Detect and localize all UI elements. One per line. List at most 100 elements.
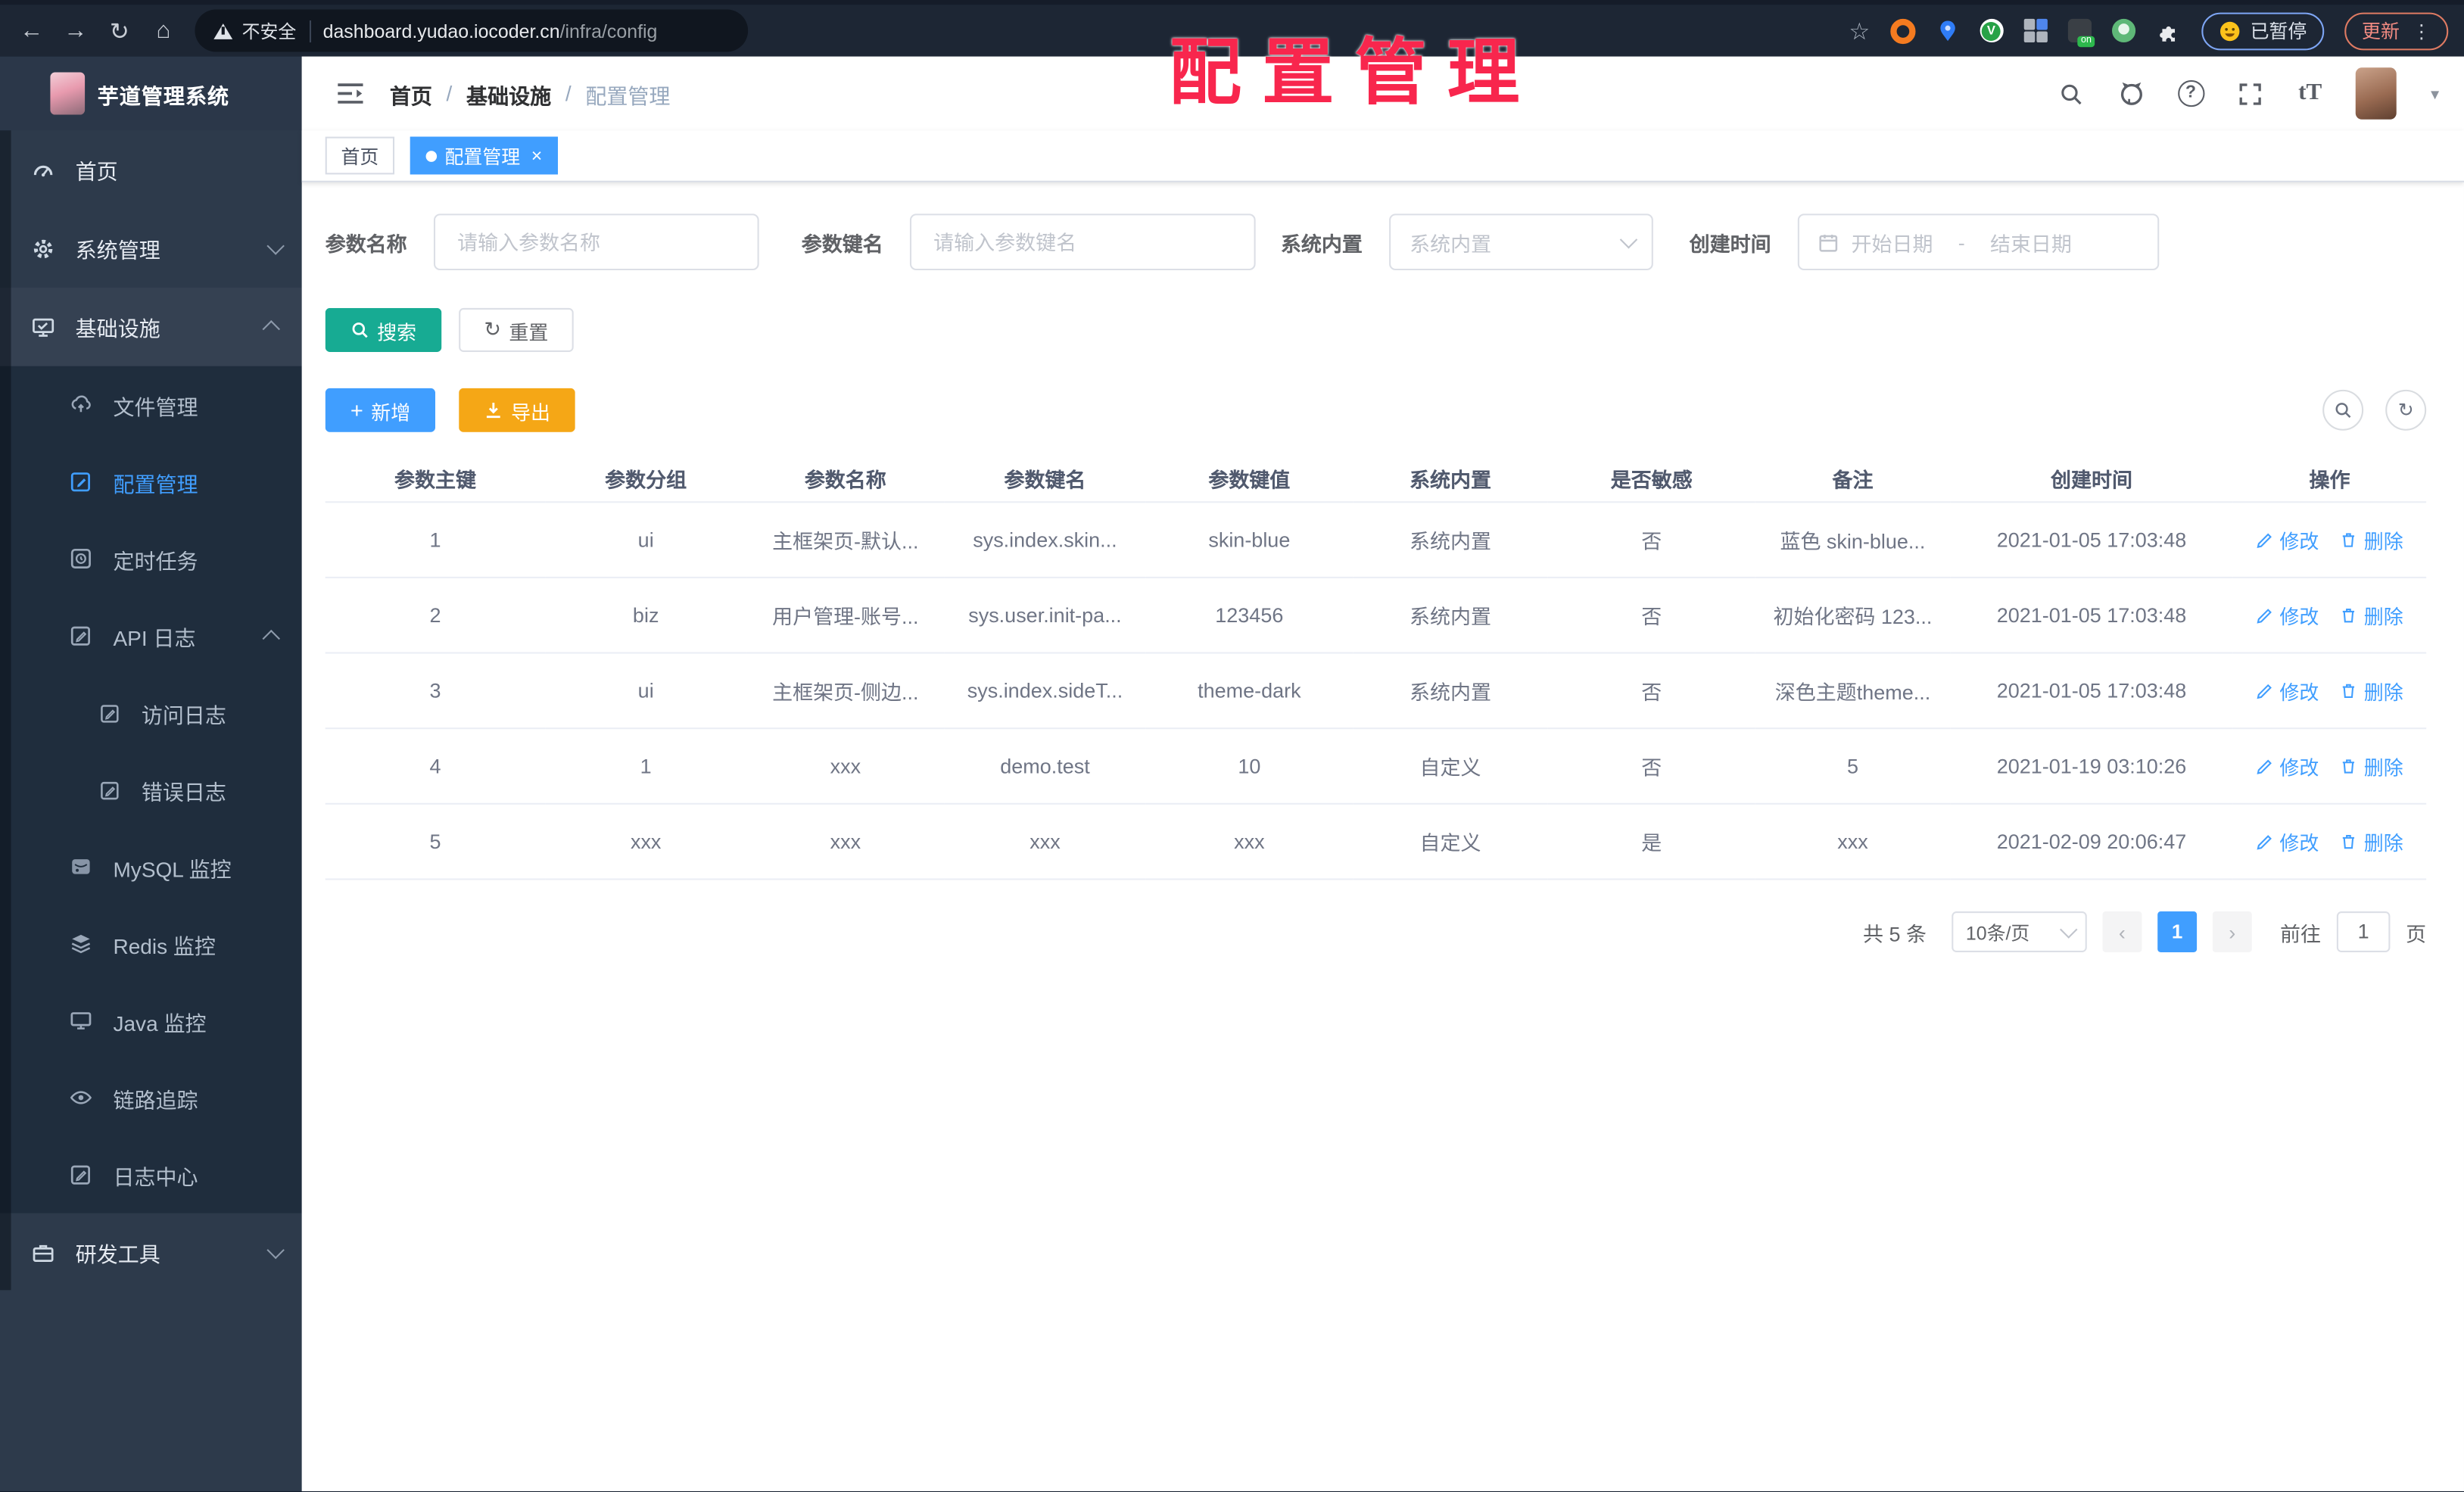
main-panel: 首页 / 基础设施 / 配置管理 ? tT ▼ 首页 配置管理 × 参数名称 请…	[301, 56, 2464, 1492]
sidebar-item-access-log[interactable]: 访问日志	[0, 674, 302, 752]
sidebar-item-scheduled-jobs[interactable]: 定时任务	[0, 520, 302, 597]
date-range-picker[interactable]: 开始日期 - 结束日期	[1797, 213, 2160, 271]
param-key-input[interactable]	[910, 213, 1256, 271]
edit-link[interactable]: 修改	[2256, 525, 2319, 554]
add-button[interactable]: + 新增	[325, 388, 436, 432]
goto-label: 前往	[2280, 921, 2322, 945]
search-button[interactable]: 搜索	[325, 307, 442, 352]
browser-chrome: ← → ↻ ⌂ 不安全 dashboard.yudao.iocoder.cn/i…	[0, 0, 2464, 57]
user-avatar[interactable]	[2355, 67, 2397, 120]
sidebar-scrollbar[interactable]	[0, 130, 11, 1291]
column-header: 参数名称	[746, 453, 945, 503]
edit-link[interactable]: 修改	[2256, 751, 2319, 780]
home-icon[interactable]: ⌂	[142, 17, 185, 44]
kebab-menu-icon[interactable]: ⋮	[2412, 20, 2431, 42]
param-key-field[interactable]	[930, 229, 1235, 256]
edit-square-icon	[69, 470, 92, 494]
app-window: 芋道管理系统 首页 系统管理 基础设施 文件管理 配置管理 定时任务 API 日…	[0, 56, 2464, 1492]
refresh-table-button[interactable]: ↻	[2385, 389, 2427, 431]
breadcrumb: 首页 / 基础设施 / 配置管理	[390, 78, 671, 110]
caret-down-icon[interactable]: ▼	[2428, 86, 2442, 101]
sidebar-collapse-icon[interactable]	[336, 82, 364, 105]
search-button-row: 搜索 ↻ 重置	[325, 307, 2426, 352]
trash-icon	[2343, 609, 2355, 623]
extension-orange-icon[interactable]	[1890, 17, 1916, 44]
breadcrumb-section[interactable]: 基础设施	[466, 78, 551, 110]
search-icon[interactable]	[2057, 79, 2086, 107]
sidebar-item-home[interactable]: 首页	[0, 130, 302, 209]
extension-grid-icon[interactable]	[2023, 18, 2048, 43]
goto-page-input[interactable]: 1	[2336, 911, 2391, 952]
app-logo[interactable]: 芋道管理系统	[0, 56, 302, 131]
infra-monitor-icon	[32, 315, 55, 338]
font-size-icon[interactable]: tT	[2296, 79, 2324, 107]
address-bar[interactable]: 不安全 dashboard.yudao.iocoder.cn/infra/con…	[195, 9, 749, 52]
back-icon[interactable]: ←	[9, 17, 53, 44]
app-title: 芋道管理系统	[97, 84, 230, 108]
sidebar-item-config-management[interactable]: 配置管理	[0, 443, 302, 520]
page-size-select[interactable]: 10条/页	[1952, 911, 2087, 952]
delete-link[interactable]: 删除	[2341, 525, 2403, 554]
table-row: 3 ui 主框架页-侧边... sys.index.sideT... theme-d…	[325, 653, 2427, 730]
delete-link[interactable]: 删除	[2341, 827, 2403, 856]
next-page-button[interactable]: ›	[2212, 911, 2252, 952]
layers-icon	[69, 932, 92, 955]
extension-on-icon[interactable]	[2067, 18, 2095, 48]
tag-config-management[interactable]: 配置管理 ×	[410, 136, 559, 175]
toggle-search-button[interactable]	[2322, 389, 2364, 431]
sidebar-item-error-log[interactable]: 错误日志	[0, 751, 302, 828]
param-key-label: 参数键名	[801, 232, 883, 256]
column-header: 操作	[2232, 453, 2427, 503]
sidebar-item-tracing[interactable]: 链路追踪	[0, 1059, 302, 1136]
page-number-button[interactable]: 1	[2157, 911, 2198, 952]
log-edit-icon	[69, 624, 92, 647]
log-edit-icon	[98, 778, 121, 802]
puzzle-extensions-icon[interactable]	[2156, 18, 2181, 43]
sidebar-item-redis-monitor[interactable]: Redis 监控	[0, 905, 302, 983]
github-icon[interactable]	[2117, 79, 2145, 107]
extension-leaf-icon[interactable]	[2111, 18, 2136, 43]
sidebar-item-dev-tools[interactable]: 研发工具	[0, 1213, 302, 1292]
fullscreen-icon[interactable]	[2236, 79, 2264, 107]
breadcrumb-home[interactable]: 首页	[390, 78, 432, 110]
table-row: 1 ui 主框架页-默认... sys.index.skin... skin-blu…	[325, 502, 2427, 578]
column-header: 系统内置	[1353, 453, 1548, 503]
edit-link[interactable]: 修改	[2256, 676, 2319, 706]
bookmark-star-icon[interactable]: ☆	[1849, 17, 1870, 45]
tag-home[interactable]: 首页	[325, 136, 395, 175]
sidebar-item-java-monitor[interactable]: Java 监控	[0, 982, 302, 1059]
divider	[308, 19, 310, 42]
forward-icon[interactable]: →	[54, 17, 98, 44]
system-builtin-select[interactable]: 系统内置	[1389, 213, 1653, 271]
extension-pin-icon[interactable]	[1936, 19, 1959, 42]
sidebar-item-mysql-monitor[interactable]: MySQL 监控	[0, 828, 302, 905]
param-name-input[interactable]	[433, 213, 759, 271]
close-icon[interactable]: ×	[531, 146, 543, 165]
reset-button[interactable]: ↻ 重置	[459, 307, 574, 352]
sidebar-item-api-log[interactable]: API 日志	[0, 597, 302, 674]
delete-link[interactable]: 删除	[2341, 600, 2403, 630]
sidebar-item-log-center[interactable]: 日志中心	[0, 1136, 302, 1213]
browser-update-button[interactable]: 更新 ⋮	[2344, 11, 2449, 50]
pencil-icon	[2256, 835, 2272, 850]
chevron-down-icon	[2059, 920, 2078, 939]
profile-paused-badge[interactable]: 已暂停	[2201, 11, 2325, 50]
column-header: 参数键名	[944, 453, 1146, 503]
emoji-face-icon	[2219, 20, 2240, 41]
prev-page-button[interactable]: ‹	[2102, 911, 2142, 952]
export-button[interactable]: 导出	[459, 388, 576, 432]
pencil-icon	[2256, 609, 2272, 624]
delete-link[interactable]: 删除	[2341, 676, 2403, 706]
delete-link[interactable]: 删除	[2341, 751, 2403, 780]
edit-link[interactable]: 修改	[2256, 827, 2319, 856]
refresh-icon[interactable]: ↻	[98, 17, 142, 45]
sidebar-item-system[interactable]: 系统管理	[0, 209, 302, 288]
extension-green-v-icon[interactable]	[1980, 18, 2004, 43]
edit-link[interactable]: 修改	[2256, 600, 2319, 630]
cloud-upload-icon	[69, 393, 92, 416]
param-name-field[interactable]	[453, 229, 739, 256]
sidebar-item-file-management[interactable]: 文件管理	[0, 366, 302, 444]
sidebar-item-infrastructure[interactable]: 基础设施	[0, 287, 302, 366]
pencil-icon	[2256, 759, 2272, 774]
help-icon[interactable]: ?	[2176, 79, 2204, 107]
